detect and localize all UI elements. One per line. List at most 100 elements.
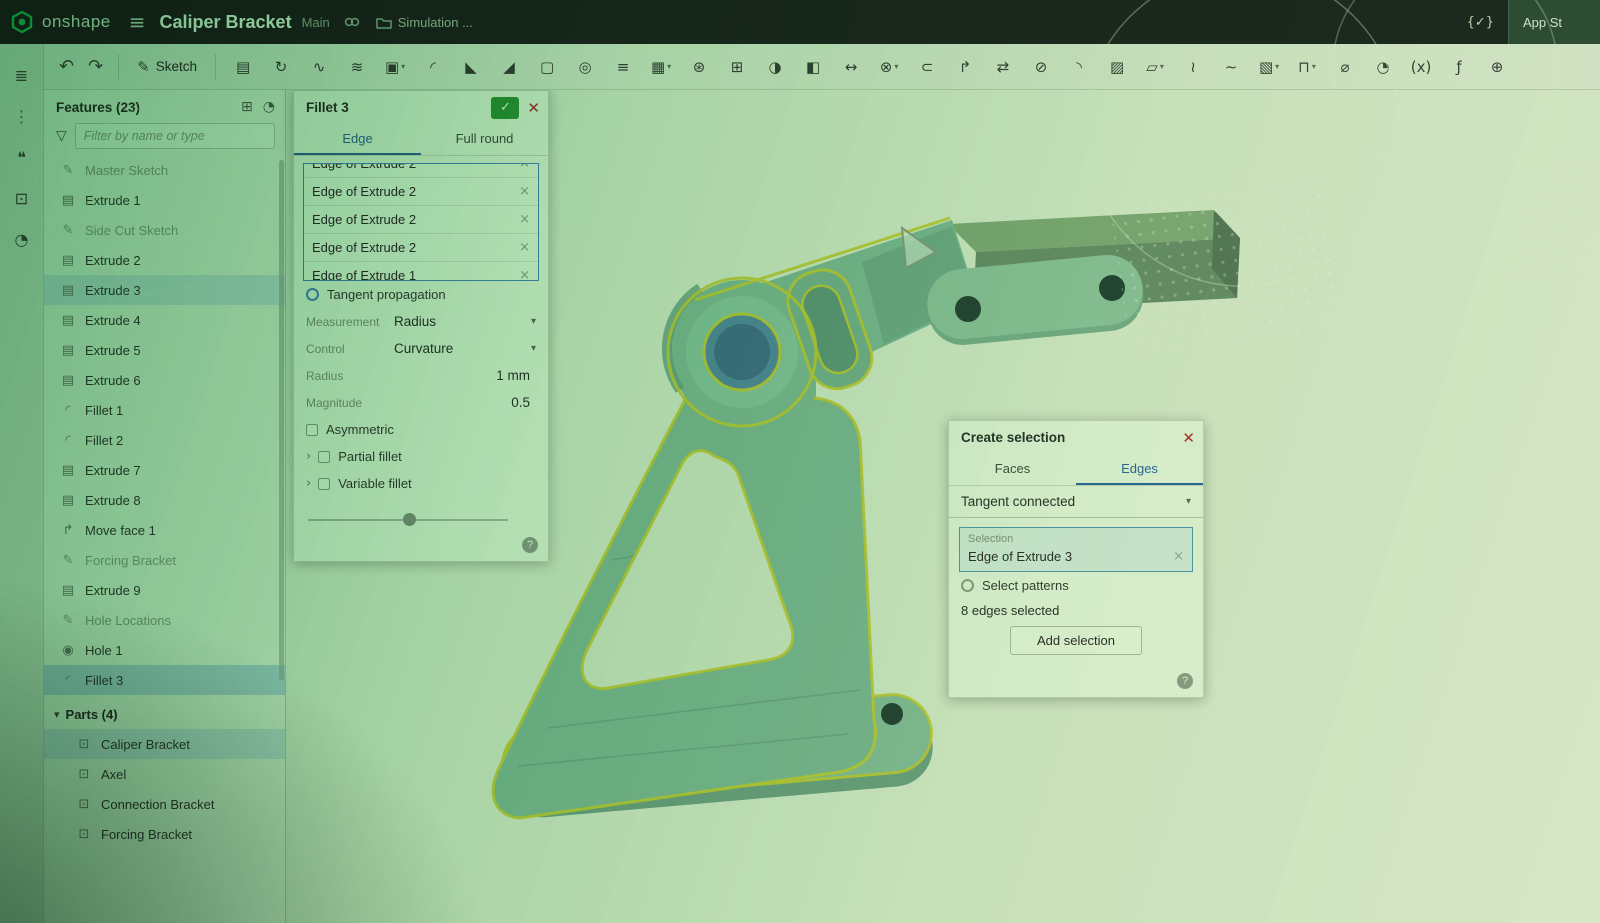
fillet-tool-icon[interactable]: ◜: [420, 52, 446, 82]
history-tool-icon[interactable]: ◔: [1370, 52, 1396, 82]
chamfer-tool-icon[interactable]: ◣: [458, 52, 484, 82]
loft-tool-icon[interactable]: ≋: [344, 52, 370, 82]
remove-edge-icon[interactable]: [519, 240, 530, 255]
feature-row[interactable]: Extrude 8: [44, 485, 285, 515]
move-face-tool-icon[interactable]: ↱: [952, 52, 978, 82]
parts-section-header[interactable]: ▾ Parts (4): [44, 699, 285, 729]
asymmetric-checkbox[interactable]: [306, 424, 318, 436]
radius-input[interactable]: 1 mm: [496, 368, 536, 383]
select-patterns-checkbox[interactable]: [961, 579, 974, 592]
featurescript-tool-icon[interactable]: ƒ: [1446, 52, 1472, 82]
comment-icon[interactable]: ❝: [17, 148, 26, 167]
partial-fillet-checkbox[interactable]: [318, 451, 330, 463]
selection-mode-select[interactable]: Tangent connected ▾: [949, 486, 1203, 518]
sheet-metal-tool-icon[interactable]: ▧: [1256, 52, 1282, 82]
boolean-tool-icon[interactable]: ◑: [762, 52, 788, 82]
part-row[interactable]: Forcing Bracket: [44, 819, 285, 849]
feature-row[interactable]: Extrude 9: [44, 575, 285, 605]
tab-edges[interactable]: Edges: [1076, 454, 1203, 485]
part-row[interactable]: Connection Bracket: [44, 789, 285, 819]
help-icon[interactable]: ?: [522, 537, 538, 553]
create-selection-header[interactable]: Create selection: [949, 421, 1203, 454]
modify-fillet-tool-icon[interactable]: ◝: [1066, 52, 1092, 82]
offset-surface-tool-icon[interactable]: ⊂: [914, 52, 940, 82]
edge-list-item[interactable]: Edge of Extrude 2: [304, 178, 538, 206]
helix-tool-icon[interactable]: ≀: [1180, 52, 1206, 82]
tab-edge[interactable]: Edge: [294, 124, 421, 155]
feature-row[interactable]: Extrude 5: [44, 335, 285, 365]
tab-faces[interactable]: Faces: [949, 454, 1076, 485]
edge-list-item[interactable]: Edge of Extrude 1: [304, 262, 538, 281]
edge-selection-list[interactable]: Edge of Extrude 2 Edge of Extrude 2 Edge…: [303, 163, 539, 281]
undo-icon[interactable]: ↶: [52, 53, 81, 80]
features-scrollbar[interactable]: [279, 160, 284, 680]
feature-row[interactable]: Fillet 3: [44, 665, 285, 695]
circular-pattern-tool-icon[interactable]: ⊛: [686, 52, 712, 82]
draft-tool-icon[interactable]: ◢: [496, 52, 522, 82]
replace-face-tool-icon[interactable]: ⇄: [990, 52, 1016, 82]
onshape-logo-icon[interactable]: [10, 10, 34, 34]
remove-edge-icon[interactable]: [519, 184, 530, 199]
confirm-check-icon[interactable]: [491, 97, 519, 119]
workspace-label[interactable]: Simulation ...: [398, 15, 473, 30]
insert-new-feature-icon[interactable]: ⊞: [241, 99, 253, 115]
feature-row[interactable]: Extrude 3: [44, 275, 285, 305]
feature-row[interactable]: Fillet 2: [44, 425, 285, 455]
edge-list-item[interactable]: Edge of Extrude 2: [304, 234, 538, 262]
delete-part-tool-icon[interactable]: ⊗: [876, 52, 902, 82]
feature-row[interactable]: Extrude 1: [44, 185, 285, 215]
fill-surface-tool-icon[interactable]: ▨: [1104, 52, 1130, 82]
feature-row[interactable]: Hole Locations: [44, 605, 285, 635]
thicken-tool-icon[interactable]: ▣: [382, 52, 408, 82]
history-panel-icon[interactable]: ◔: [15, 230, 29, 249]
fillet-dialog-header[interactable]: Fillet 3: [294, 91, 548, 124]
feature-row[interactable]: Master Sketch: [44, 155, 285, 185]
control-select[interactable]: Curvature: [394, 341, 453, 356]
rollback-clock-icon[interactable]: ◔: [263, 99, 275, 115]
parts-list-icon[interactable]: ⊡: [15, 189, 28, 208]
close-x-icon[interactable]: [1182, 429, 1195, 447]
help-icon[interactable]: ?: [1177, 673, 1193, 689]
share-link-icon[interactable]: [344, 15, 360, 29]
cancel-x-icon[interactable]: [527, 99, 540, 117]
appstore-tab[interactable]: App St: [1508, 0, 1600, 44]
part-row[interactable]: Caliper Bracket: [44, 729, 285, 759]
variable-fillet-checkbox[interactable]: [318, 478, 330, 490]
sketch-button[interactable]: ✎ Sketch: [127, 53, 207, 81]
edge-list-item[interactable]: Edge of Extrude 2: [304, 163, 538, 178]
plane-tool-icon[interactable]: ▱: [1142, 52, 1168, 82]
document-menu-icon[interactable]: ≡: [129, 10, 146, 34]
frame-tool-icon[interactable]: ⊓: [1294, 52, 1320, 82]
remove-edge-icon[interactable]: [519, 268, 530, 281]
sweep-tool-icon[interactable]: ∿: [306, 52, 332, 82]
feature-row[interactable]: Extrude 6: [44, 365, 285, 395]
feature-row[interactable]: Extrude 4: [44, 305, 285, 335]
redo-icon[interactable]: ↷: [81, 53, 110, 80]
feature-row[interactable]: Side Cut Sketch: [44, 215, 285, 245]
variable-tool-icon[interactable]: (x): [1408, 52, 1434, 82]
edge-list-item[interactable]: Edge of Extrude 2: [304, 206, 538, 234]
custom-feature-tool-icon[interactable]: ⊕: [1484, 52, 1510, 82]
featurescript-check-icon[interactable]: {✓}: [1467, 15, 1494, 30]
fillet-opacity-slider[interactable]: [308, 513, 534, 527]
delete-face-tool-icon[interactable]: ⊘: [1028, 52, 1054, 82]
slider-thumb[interactable]: [403, 513, 416, 526]
features-panel-toggle-icon[interactable]: ≣: [15, 66, 28, 85]
tab-full-round[interactable]: Full round: [421, 124, 548, 155]
tangent-propagation-checkbox[interactable]: [306, 288, 319, 301]
feature-row[interactable]: Move face 1: [44, 515, 285, 545]
transform-tool-icon[interactable]: ↔: [838, 52, 864, 82]
remove-edge-icon[interactable]: [519, 163, 530, 171]
expand-chevron-icon[interactable]: ›: [306, 476, 311, 491]
selection-field[interactable]: Selection Edge of Extrude 3: [959, 527, 1193, 572]
measure-tool-icon[interactable]: ⌀: [1332, 52, 1358, 82]
feature-row[interactable]: Extrude 2: [44, 245, 285, 275]
feature-row[interactable]: Forcing Bracket: [44, 545, 285, 575]
magnitude-input[interactable]: 0.5: [511, 395, 536, 410]
chevron-down-icon[interactable]: ▾: [531, 316, 536, 327]
insert-version-icon[interactable]: ⋮: [14, 107, 30, 126]
revolve-tool-icon[interactable]: ↻: [268, 52, 294, 82]
rib-tool-icon[interactable]: ≡: [610, 52, 636, 82]
feature-row[interactable]: Fillet 1: [44, 395, 285, 425]
spline-tool-icon[interactable]: ∼: [1218, 52, 1244, 82]
